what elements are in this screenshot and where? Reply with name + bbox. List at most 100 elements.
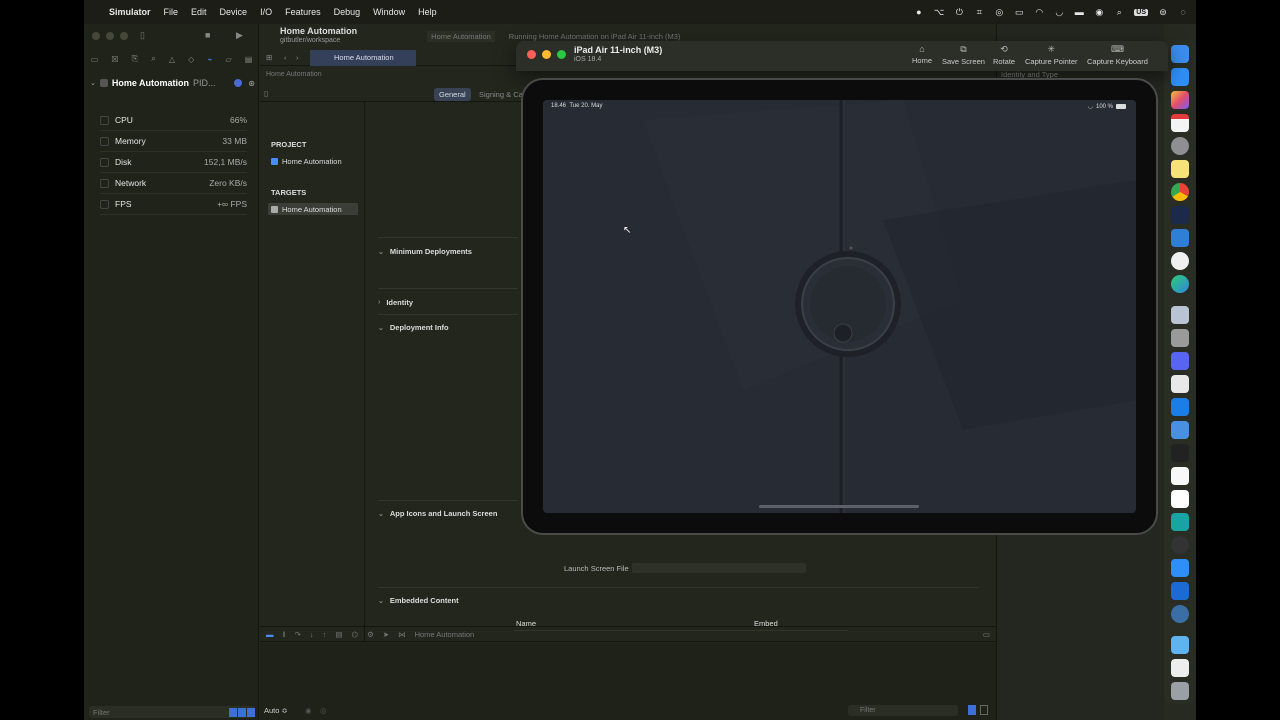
target-item[interactable]: Home Automation [268, 203, 358, 215]
home-button[interactable]: ⌂ Home [912, 44, 932, 65]
app-store-icon[interactable] [1171, 68, 1189, 86]
control-center-icon[interactable]: ⊜ [1158, 7, 1168, 18]
hide-panel-icon[interactable]: ▯ [264, 89, 268, 98]
back-icon[interactable]: ‹ [284, 53, 287, 62]
zoom-window-button[interactable] [120, 32, 128, 40]
simulator-icon[interactable] [1171, 559, 1189, 577]
minimize-window-button[interactable] [106, 32, 114, 40]
calendar-icon[interactable] [1171, 114, 1189, 132]
split-right-icon[interactable] [980, 705, 988, 715]
user-icon[interactable]: ◉ [1094, 7, 1104, 18]
edge-icon[interactable] [1171, 275, 1189, 293]
downloads-folder-icon[interactable] [1171, 636, 1189, 654]
thread-icon[interactable]: ⋈ [398, 630, 406, 639]
activity-monitor-icon[interactable] [1171, 536, 1189, 554]
source-control-icon[interactable]: ☒ [111, 55, 118, 64]
stop-button[interactable]: ■ [205, 30, 210, 40]
gauge-disk[interactable]: Disk 152,1 MB/s [100, 152, 247, 173]
step-in-icon[interactable]: ↓ [310, 630, 314, 639]
tab-general[interactable]: General [434, 88, 471, 101]
settings-icon[interactable] [1171, 137, 1189, 155]
capture-keyboard-button[interactable]: ⌨ Capture Keyboard [1087, 44, 1148, 66]
menu-app-name[interactable]: Simulator [109, 7, 151, 17]
scheme-breadcrumb[interactable]: Home Automation [427, 30, 495, 42]
process-row[interactable]: ⌄ Home Automation PID... ⊛ [90, 76, 255, 90]
sidebar-toggle-icon[interactable]: ▯ [140, 30, 145, 41]
display-icon[interactable]: ▭ [1014, 7, 1024, 18]
eye-icon[interactable]: ◎ [320, 706, 327, 715]
filter-toggles[interactable] [229, 707, 255, 717]
project-item[interactable]: Home Automation [268, 155, 358, 167]
options-icon[interactable]: ⊛ [248, 79, 255, 88]
document-icon[interactable] [1171, 659, 1189, 677]
gauge-memory[interactable]: Memory 33 MB [100, 131, 247, 152]
tab-home-automation[interactable]: Home Automation [310, 49, 416, 66]
menu-debug[interactable]: Debug [334, 7, 361, 17]
chevron-down-icon[interactable]: ⌄ [90, 79, 96, 87]
view-debugger-icon[interactable]: ▤ [335, 630, 342, 639]
discord-icon[interactable] [1171, 352, 1189, 370]
memory-graph-icon[interactable]: ⌬ [352, 630, 359, 639]
section-identity[interactable]: › Identity [378, 298, 518, 307]
console-area[interactable]: Auto ≎ ◉ ◎ Filter [260, 643, 996, 720]
find-icon[interactable]: ⌕ [151, 54, 155, 64]
extension-icon[interactable]: ⌥ [934, 7, 944, 18]
console-filter-input[interactable]: Filter [848, 705, 958, 716]
environment-icon[interactable]: ⚙ [367, 630, 374, 639]
rotate-button[interactable]: ⟲ Rotate [993, 44, 1015, 66]
simulate-location-icon[interactable]: ➤ [383, 630, 389, 639]
menu-file[interactable]: File [164, 7, 179, 17]
console-toggle-icon[interactable]: ▬ [266, 630, 274, 639]
menu-device[interactable]: Device [220, 7, 248, 17]
menu-help[interactable]: Help [418, 7, 437, 17]
cursor-app-icon[interactable] [1171, 513, 1189, 531]
close-button[interactable] [527, 50, 536, 59]
proxy-app-icon[interactable] [1171, 582, 1189, 600]
capture-pointer-button[interactable]: ✳ Capture Pointer [1025, 44, 1078, 66]
section-deployment-info[interactable]: ⌄ Deployment Info [378, 323, 518, 332]
home-indicator[interactable] [759, 505, 919, 508]
gauge-network[interactable]: Network Zero KB/s [100, 173, 247, 194]
report-icon[interactable]: ▤ [245, 55, 253, 64]
test-icon[interactable]: ◇ [188, 55, 194, 64]
forward-icon[interactable]: › [296, 53, 299, 62]
photo-booth-icon[interactable] [1171, 375, 1189, 393]
gauge-fps[interactable]: FPS +∞ FPS [100, 194, 247, 215]
variables-scope-select[interactable]: Auto ≎ [264, 706, 288, 715]
gauge-cpu[interactable]: CPU 66% [100, 110, 247, 131]
network-icon[interactable]: ◎ [994, 7, 1004, 18]
step-out-icon[interactable]: ↑ [323, 630, 327, 639]
trash-icon[interactable] [1171, 682, 1189, 700]
minimize-button[interactable] [542, 50, 551, 59]
notes-icon[interactable] [1171, 160, 1189, 178]
quicktime-icon[interactable] [1171, 605, 1189, 623]
section-min-deployments[interactable]: ⌄ Minimum Deployments [378, 247, 518, 256]
pause-icon[interactable]: ‖ [283, 630, 286, 639]
xcode-icon[interactable] [1171, 206, 1189, 224]
debug-target[interactable]: Home Automation [415, 630, 475, 639]
navigator-filter[interactable]: Filter [89, 706, 255, 718]
vscode-icon[interactable] [1171, 229, 1189, 247]
font-book-icon[interactable] [1171, 329, 1189, 347]
launch-screen-field[interactable] [632, 563, 806, 573]
info-icon[interactable]: ◉ [305, 706, 312, 715]
chrome-icon[interactable] [1171, 183, 1189, 201]
close-window-button[interactable] [92, 32, 100, 40]
photos-icon[interactable] [1171, 91, 1189, 109]
save-screen-button[interactable]: ⧉ Save Screen [942, 44, 985, 66]
bookmark-icon[interactable]: ⎘ [132, 54, 138, 64]
menu-features[interactable]: Features [285, 7, 321, 17]
screen-tool-icon[interactable] [1171, 398, 1189, 416]
split-left-icon[interactable] [968, 705, 976, 715]
mail-icon[interactable] [1171, 421, 1189, 439]
textedit-icon[interactable] [1171, 467, 1189, 485]
headphones-icon[interactable]: ◠ [1034, 7, 1044, 18]
breakpoint-icon[interactable]: ▱ [225, 55, 231, 64]
notion-icon[interactable] [1171, 490, 1189, 508]
power-icon[interactable]: ⏻ [954, 7, 964, 18]
debug-navigator-icon[interactable]: ⌁ [207, 55, 212, 64]
project-title[interactable]: Home Automation gitbutler/workspace [280, 27, 357, 45]
preview-icon[interactable] [1171, 306, 1189, 324]
menu-edit[interactable]: Edit [191, 7, 207, 17]
folder-icon[interactable]: ▭ [91, 55, 99, 64]
